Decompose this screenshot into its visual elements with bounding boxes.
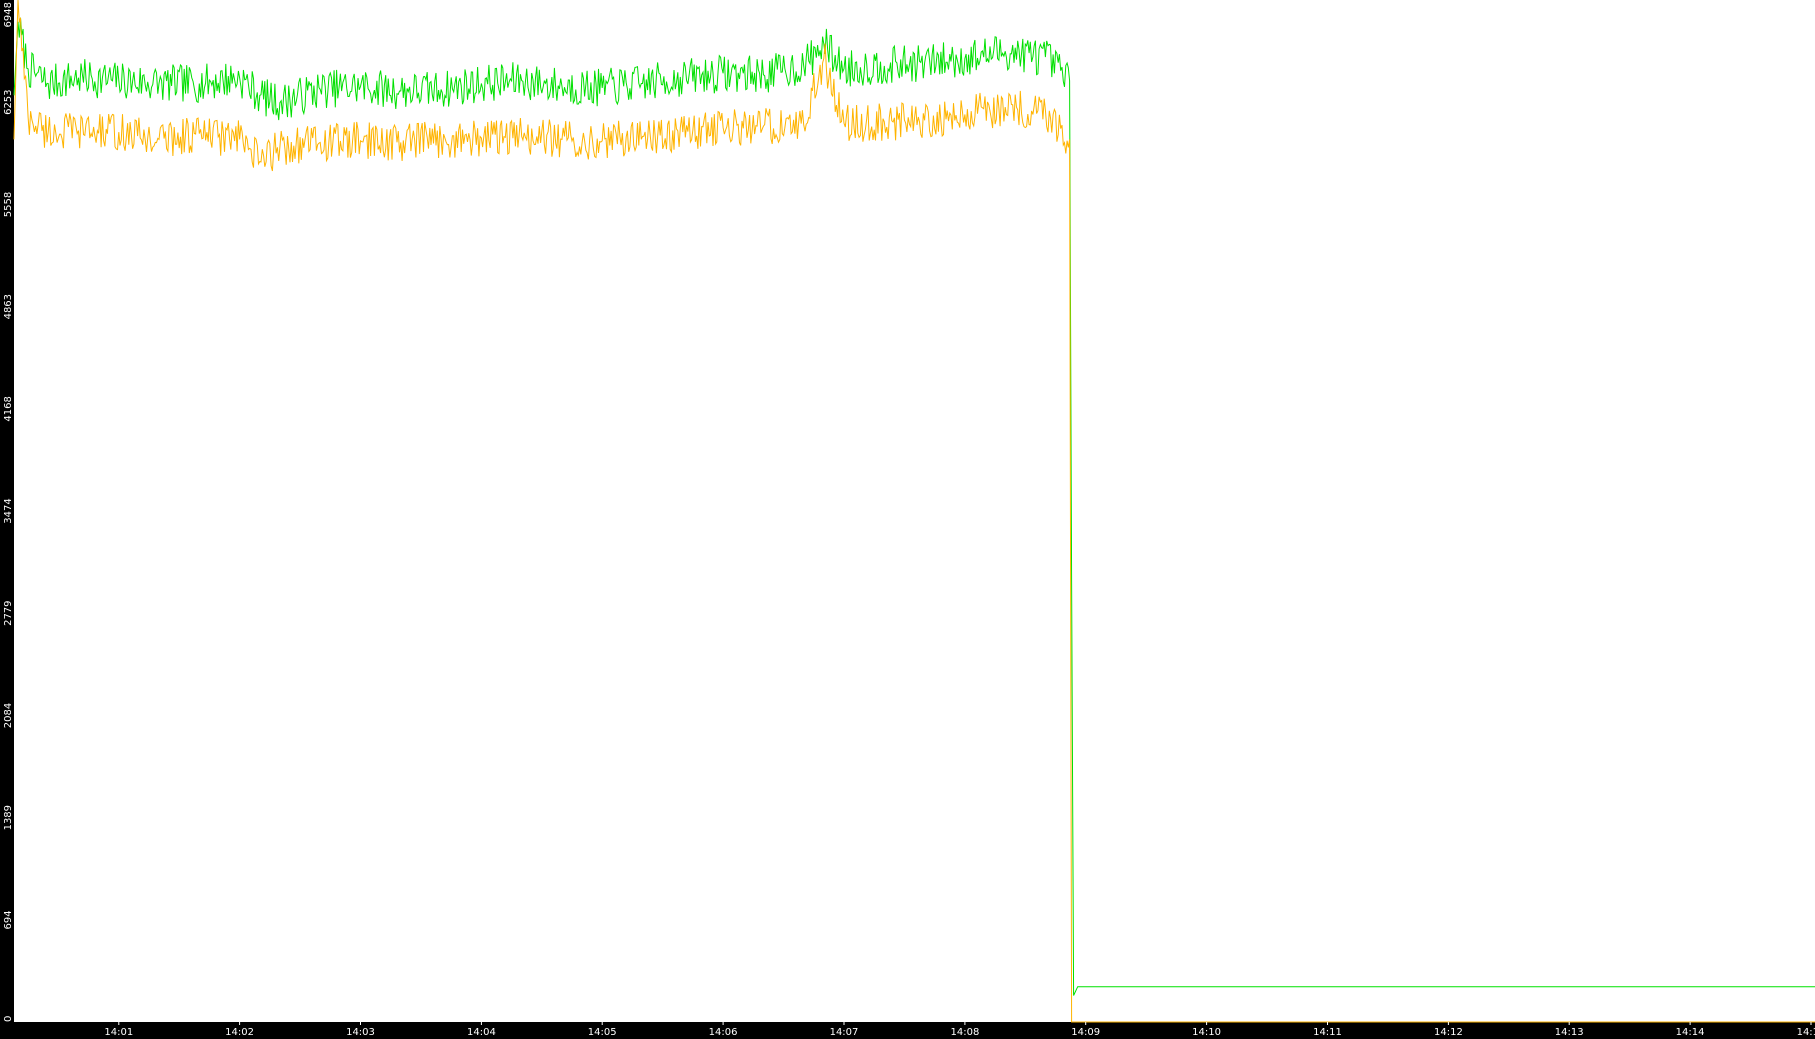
x-tick-label: 14:06 [709,1027,738,1038]
y-tick-label: 1389 [3,805,14,830]
x-tick-label: 14:11 [1313,1027,1342,1038]
x-tick-label: 14:12 [1434,1027,1463,1038]
line-chart: 0 694 1389 2084 2779 3474 4168 4863 5558 6253 6948… [0,0,1815,1039]
y-tick-label: 694 [3,910,14,929]
y-tick-label: 6253 [3,89,14,114]
x-tick-label: 14:08 [950,1027,979,1038]
x-tick-label: 14:14 [1676,1027,1705,1038]
y-tick-label: 3474 [3,498,14,523]
y-tick-label: 0 [3,1016,14,1022]
x-tick-label: 14:10 [1192,1027,1221,1038]
x-tick-label: 14:02 [225,1027,254,1038]
x-tick-label: 14:01 [104,1027,133,1038]
x-tick-label: 14:03 [346,1027,375,1038]
plot-area [14,0,1815,1022]
y-tick-label: 4863 [3,294,14,319]
x-tick-label: 14:04 [467,1027,496,1038]
y-tick-label: 2084 [3,703,14,728]
y-tick-label: 5558 [3,192,14,217]
y-tick-label: 2779 [3,600,14,625]
y-tick-label: 6948 [3,2,14,27]
x-tick-label: 14:09 [1071,1027,1100,1038]
x-tick-label: 14:07 [830,1027,859,1038]
x-tick-label: 14:13 [1555,1027,1584,1038]
y-tick-label: 4168 [3,396,14,421]
x-tick-label: 14:05 [588,1027,617,1038]
x-tick-label: 14:15 [1797,1027,1815,1038]
